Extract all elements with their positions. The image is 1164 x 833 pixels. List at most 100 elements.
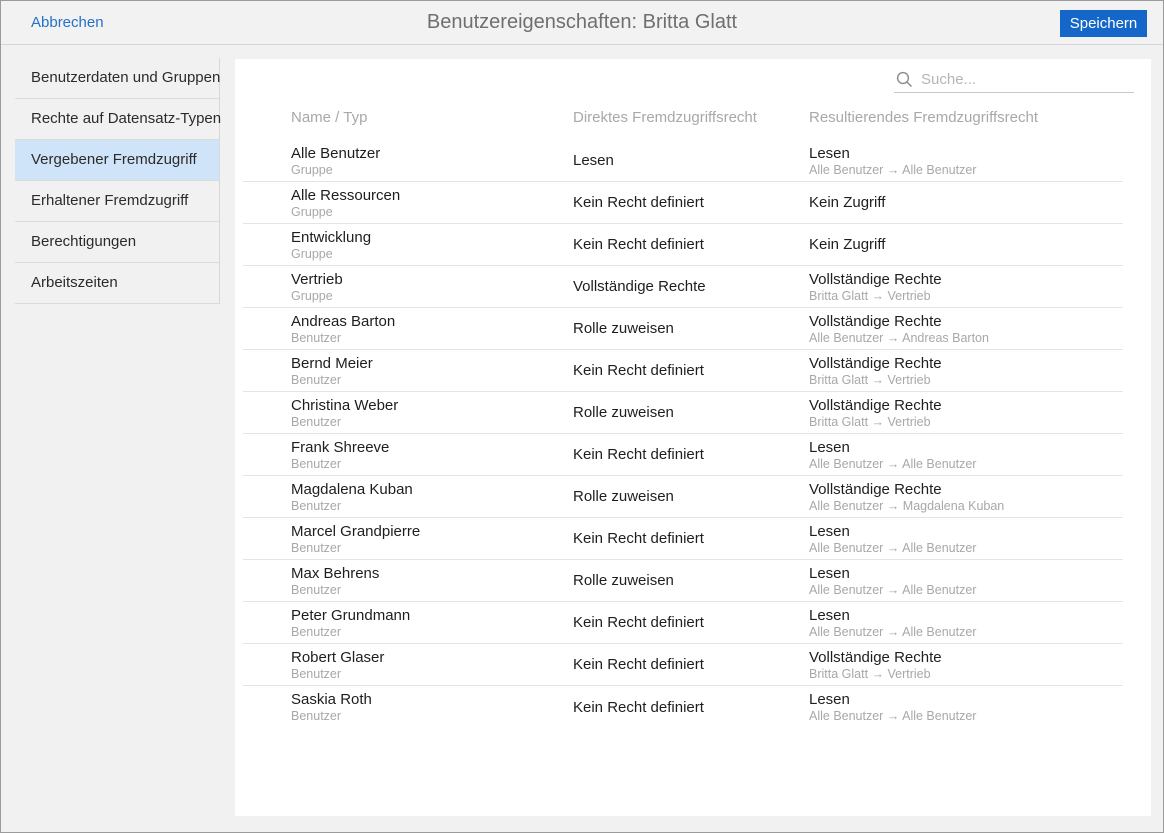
resulting-right-value: Vollständige Rechte (809, 481, 942, 498)
sidebar-item-3[interactable]: Vergebener Fremdzugriff (15, 140, 219, 181)
table-row[interactable]: Alle Ressourcen Gruppe Kein Recht defini… (243, 182, 1123, 224)
row-type: Benutzer (291, 541, 342, 555)
resulting-right-cell: Vollständige Rechte Alle Benutzer → Andr… (809, 308, 1123, 349)
table-row[interactable]: Andreas Barton Benutzer Rolle zuweisen V… (243, 308, 1123, 350)
direct-right-cell: Vollständige Rechte (573, 278, 706, 295)
resulting-right-value: Vollständige Rechte (809, 649, 942, 666)
row-name: Max Behrens (291, 565, 380, 582)
resulting-right-source: Alle Benutzer → Alle Benutzer (809, 163, 977, 177)
resulting-right-source: Alle Benutzer → Andreas Barton (809, 331, 989, 345)
search-icon (896, 71, 912, 87)
name-cell: Alle Benutzer Gruppe (243, 140, 573, 181)
search-box (894, 67, 1134, 93)
resulting-right-source: Britta Glatt → Vertrieb (809, 667, 931, 681)
content-panel: Name / Typ Direktes Fremdzugriffsrecht R… (235, 59, 1151, 816)
row-type: Benutzer (291, 583, 342, 597)
resulting-right-value: Lesen (809, 145, 850, 162)
table-row[interactable]: Alle Benutzer Gruppe Lesen Lesen Alle Be… (243, 140, 1123, 182)
row-type: Benutzer (291, 373, 342, 387)
table-row[interactable]: Vertrieb Gruppe Vollständige Rechte Voll… (243, 266, 1123, 308)
access-rights-list: Alle Benutzer Gruppe Lesen Lesen Alle Be… (243, 140, 1123, 728)
resulting-right-cell: Vollständige Rechte Britta Glatt → Vertr… (809, 392, 1123, 433)
resulting-right-value: Lesen (809, 439, 850, 456)
resulting-right-cell: Lesen Alle Benutzer → Alle Benutzer (809, 140, 1123, 181)
table-row[interactable]: Christina Weber Benutzer Rolle zuweisen … (243, 392, 1123, 434)
row-type: Gruppe (291, 163, 333, 177)
row-name: Alle Benutzer (291, 145, 381, 162)
resulting-right-value: Vollständige Rechte (809, 271, 942, 288)
table-row[interactable]: Robert Glaser Benutzer Kein Recht defini… (243, 644, 1123, 686)
row-type: Gruppe (291, 247, 333, 261)
table-row[interactable]: Peter Grundmann Benutzer Kein Recht defi… (243, 602, 1123, 644)
table-header: Name / Typ Direktes Fremdzugriffsrecht R… (243, 109, 1123, 126)
resulting-right-value: Kein Zugriff (809, 194, 886, 211)
sidebar-item-label: Erhaltener Fremdzugriff (31, 192, 189, 209)
resulting-right-value: Vollständige Rechte (809, 397, 942, 414)
name-cell: Christina Weber Benutzer (243, 392, 573, 433)
resulting-right-source: Alle Benutzer → Alle Benutzer (809, 583, 977, 597)
row-name: Peter Grundmann (291, 607, 411, 624)
name-cell: Vertrieb Gruppe (243, 266, 573, 307)
search-input[interactable] (921, 67, 1131, 91)
row-type: Benutzer (291, 415, 342, 429)
save-button[interactable]: Speichern (1060, 10, 1147, 37)
name-cell: Max Behrens Benutzer (243, 560, 573, 601)
direct-right-cell: Kein Recht definiert (573, 362, 704, 379)
row-name: Bernd Meier (291, 355, 373, 372)
sidebar-item-2[interactable]: Rechte auf Datensatz-Typen (15, 99, 221, 140)
row-name: Andreas Barton (291, 313, 396, 330)
direct-right-cell: Kein Recht definiert (573, 236, 704, 253)
resulting-right-cell: Vollständige Rechte Alle Benutzer → Magd… (809, 476, 1123, 517)
table-row[interactable]: Max Behrens Benutzer Rolle zuweisen Lese… (243, 560, 1123, 602)
resulting-right-value: Lesen (809, 565, 850, 582)
row-name: Alle Ressourcen (291, 187, 401, 204)
resulting-right-cell: Kein Zugriff (809, 182, 1123, 223)
resulting-right-value: Kein Zugriff (809, 236, 886, 253)
table-row[interactable]: Magdalena Kuban Benutzer Rolle zuweisen … (243, 476, 1123, 518)
direct-right-cell: Kein Recht definiert (573, 656, 704, 673)
table-row[interactable]: Frank Shreeve Benutzer Kein Recht defini… (243, 434, 1123, 476)
table-row[interactable]: Bernd Meier Benutzer Kein Recht definier… (243, 350, 1123, 392)
name-cell: Frank Shreeve Benutzer (243, 434, 573, 475)
row-type: Benutzer (291, 457, 342, 471)
direct-right-cell: Kein Recht definiert (573, 530, 704, 547)
cancel-button[interactable]: Abbrechen (31, 1, 104, 44)
sidebar-item-label: Arbeitszeiten (31, 274, 118, 291)
resulting-right-source: Britta Glatt → Vertrieb (809, 415, 931, 429)
resulting-right-value: Vollständige Rechte (809, 355, 942, 372)
sidebar-item-label: Berechtigungen (31, 233, 137, 250)
sidebar-item-4[interactable]: Erhaltener Fremdzugriff (15, 181, 219, 222)
resulting-right-cell: Lesen Alle Benutzer → Alle Benutzer (809, 686, 1123, 728)
row-name: Robert Glaser (291, 649, 385, 666)
name-cell: Andreas Barton Benutzer (243, 308, 573, 349)
direct-right-cell: Rolle zuweisen (573, 572, 674, 589)
name-cell: Marcel Grandpierre Benutzer (243, 518, 573, 559)
table-row[interactable]: Entwicklung Gruppe Kein Recht definiert … (243, 224, 1123, 266)
direct-right-cell: Kein Recht definiert (573, 698, 704, 716)
sidebar-item-1[interactable]: Benutzerdaten und Gruppen (15, 58, 220, 99)
direct-right-cell: Lesen (573, 152, 614, 169)
resulting-right-source: Britta Glatt → Vertrieb (809, 373, 931, 387)
sidebar-item-5[interactable]: Berechtigungen (15, 222, 219, 263)
row-type: Benutzer (291, 499, 342, 513)
row-name: Vertrieb (291, 271, 343, 288)
direct-right-cell: Rolle zuweisen (573, 404, 674, 421)
resulting-right-cell: Lesen Alle Benutzer → Alle Benutzer (809, 434, 1123, 475)
name-cell: Entwicklung Gruppe (243, 224, 573, 265)
column-header-direct-right: Direktes Fremdzugriffsrecht (573, 109, 757, 126)
table-row[interactable]: Marcel Grandpierre Benutzer Kein Recht d… (243, 518, 1123, 560)
resulting-right-source: Alle Benutzer → Alle Benutzer (809, 625, 977, 639)
table-row[interactable]: Saskia Roth Benutzer Kein Recht definier… (243, 686, 1123, 728)
resulting-right-cell: Vollständige Rechte Britta Glatt → Vertr… (809, 644, 1123, 685)
row-type: Benutzer (291, 625, 342, 639)
direct-right-cell: Kein Recht definiert (573, 446, 704, 463)
resulting-right-cell: Vollständige Rechte Britta Glatt → Vertr… (809, 266, 1123, 307)
sidebar-item-6[interactable]: Arbeitszeiten (15, 263, 219, 304)
resulting-right-cell: Lesen Alle Benutzer → Alle Benutzer (809, 602, 1123, 643)
resulting-right-cell: Lesen Alle Benutzer → Alle Benutzer (809, 560, 1123, 601)
resulting-right-value: Lesen (809, 523, 850, 540)
name-cell: Alle Ressourcen Gruppe (243, 182, 573, 223)
resulting-right-source: Britta Glatt → Vertrieb (809, 289, 931, 303)
column-header-resulting-right: Resultierendes Fremdzugriffsrecht (809, 109, 1038, 126)
resulting-right-value: Lesen (809, 607, 850, 624)
